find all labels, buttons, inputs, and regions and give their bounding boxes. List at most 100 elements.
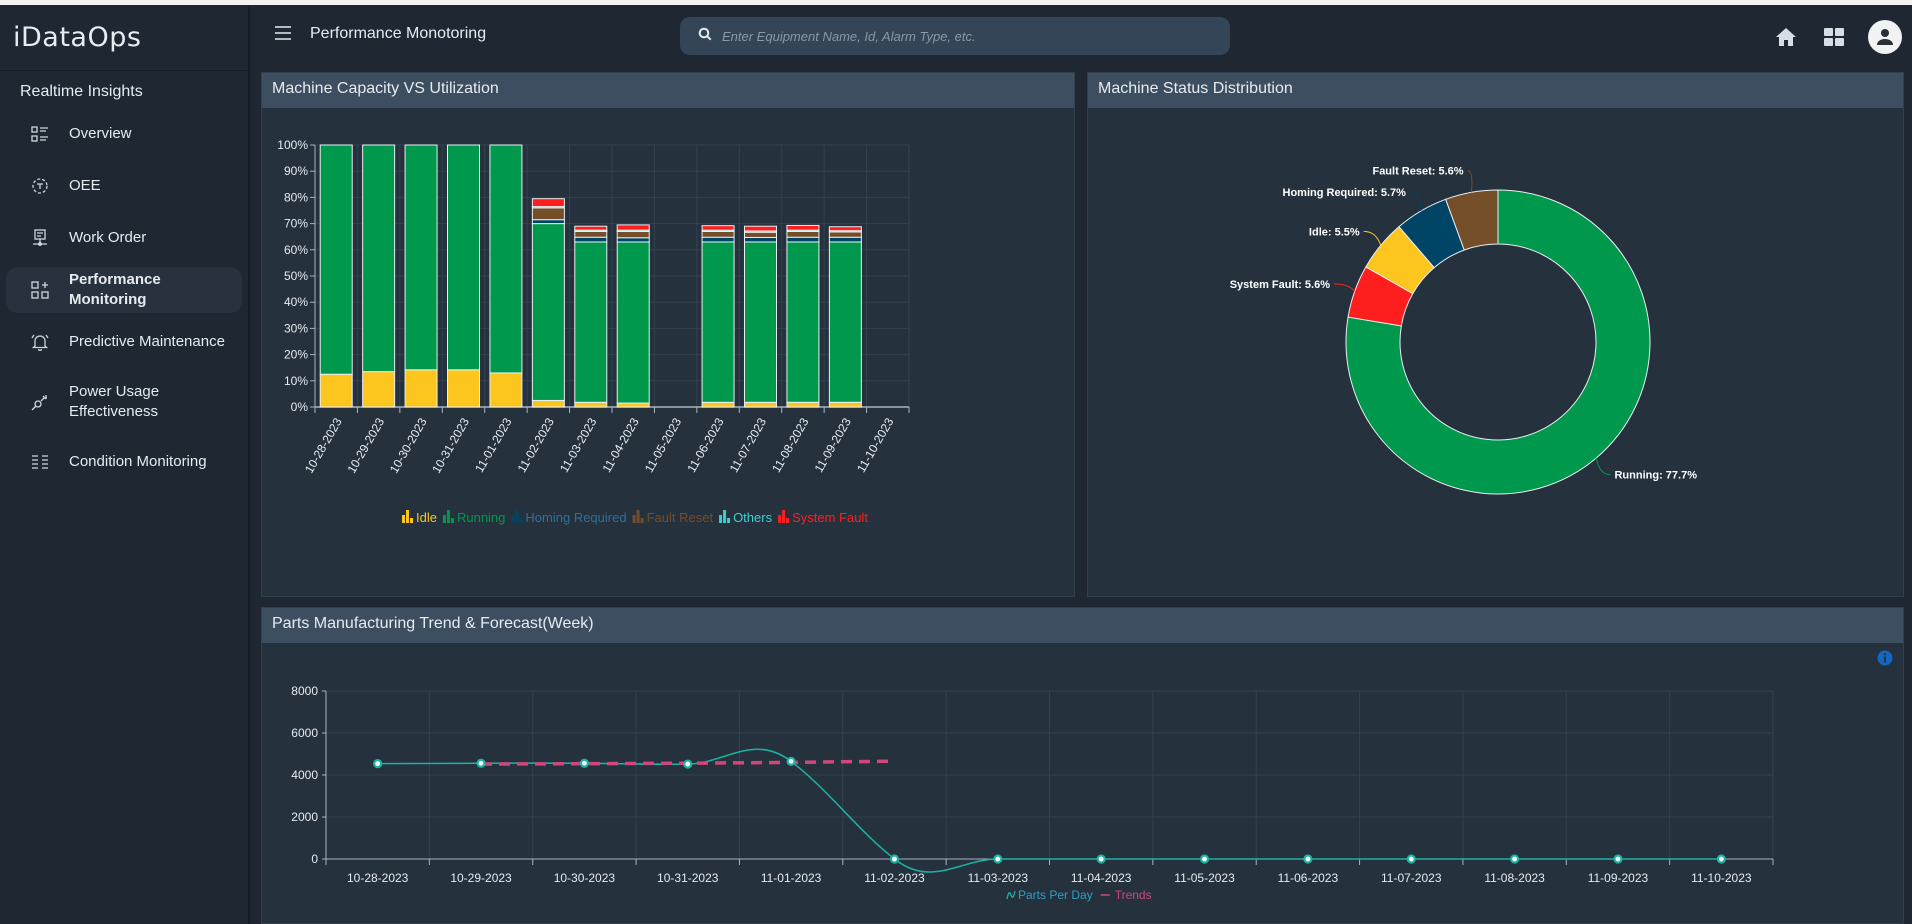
- x-tick-label: 11-06-2023: [1278, 871, 1339, 885]
- sidebar-item-performance-monitoring[interactable]: Performance Monitoring: [6, 267, 242, 313]
- legend-label: Idle: [416, 510, 437, 525]
- apps-grid-icon[interactable]: [1814, 17, 1854, 57]
- user-avatar-icon[interactable]: [1868, 20, 1902, 54]
- x-tick-label: 11-05-2023: [642, 415, 685, 475]
- y-tick-label: 40%: [284, 295, 308, 309]
- donut-label-line: [1363, 230, 1382, 246]
- x-tick-label: 11-02-2023: [864, 871, 925, 885]
- donut-data-label: Homing Required: 5.7%: [1283, 187, 1407, 199]
- bar-segment-homing: [616, 237, 650, 243]
- x-tick-label: 11-09-2023: [812, 415, 855, 475]
- bar-segment-system_fault: [616, 224, 650, 231]
- data-point: [1510, 854, 1520, 864]
- legend-bar-icon: [727, 518, 731, 523]
- bar-segment-running: [319, 144, 353, 375]
- plug-icon: [30, 392, 50, 412]
- legend-bar-icon: [450, 518, 454, 523]
- sidebar-section-title: Realtime Insights: [20, 83, 143, 100]
- x-tick-label: 11-08-2023: [1484, 871, 1545, 885]
- bar-segment-homing: [701, 236, 735, 243]
- sidebar-item-condition-monitoring[interactable]: Condition Monitoring: [6, 439, 242, 485]
- bar-segment-system_fault: [744, 225, 777, 232]
- legend-label: Trends: [1115, 888, 1152, 902]
- x-tick-label: 10-30-2023: [387, 415, 430, 475]
- bar-segment-idle: [489, 372, 523, 408]
- top-header: Performance Monotoring: [252, 5, 1912, 67]
- bar-segment-homing: [786, 236, 820, 243]
- data-point: [786, 756, 796, 766]
- app-logo[interactable]: iDataOps: [0, 5, 248, 71]
- legend-bar-icon: [786, 518, 790, 523]
- legend-bar-icon: [778, 515, 782, 523]
- y-tick-label: 10%: [284, 374, 308, 388]
- legend-bar-icon: [640, 518, 644, 523]
- data-point: [373, 759, 383, 769]
- legend-bar-icon: [442, 515, 446, 523]
- legend-bar-icon: [511, 515, 515, 523]
- bar-segment-homing: [744, 236, 777, 243]
- x-tick-label: 10-30-2023: [554, 871, 616, 885]
- legend-label: Parts Per Day: [1018, 888, 1093, 902]
- legend-item-running: Running: [442, 510, 505, 525]
- x-tick-label: 11-09-2023: [1588, 871, 1649, 885]
- capacity-bar-chart: 0% 10% 20% 30% 40% 50% 60% 70% 80% 90% 100% 10-28-2…: [277, 138, 910, 525]
- x-tick-label: 11-03-2023: [968, 871, 1029, 885]
- search-input[interactable]: [722, 28, 1202, 44]
- legend-bar-icon: [636, 510, 640, 523]
- status-distribution-panel: Machine Status Distribution Running: 77.…: [1087, 72, 1904, 597]
- bar-segment-idle: [616, 402, 650, 408]
- x-tick-label: 10-31-2023: [657, 871, 719, 885]
- legend-bar-icon: [519, 518, 523, 523]
- x-tick-label: 11-06-2023: [684, 415, 727, 475]
- x-tick-label: 11-10-2023: [854, 415, 897, 475]
- legend-item-others: Others: [719, 510, 773, 525]
- bar-segment-homing: [531, 219, 565, 225]
- x-tick-label: 11-07-2023: [727, 415, 770, 475]
- search-icon: [698, 27, 712, 46]
- data-point: [1406, 854, 1416, 864]
- bar-segment-fault_reset: [616, 230, 650, 239]
- data-point: [1303, 854, 1313, 864]
- legend-label: System Fault: [792, 510, 868, 525]
- data-point: [993, 854, 1003, 864]
- legend-label: Running: [457, 510, 505, 525]
- bar-segment-idle: [362, 371, 396, 408]
- sidebar: iDataOps Realtime Insights Overview OEE …: [0, 5, 250, 924]
- sidebar-item-work-order[interactable]: Work Order: [6, 215, 242, 261]
- sidebar-item-power-usage-effectiveness[interactable]: Power Usage Effectiveness: [6, 371, 242, 433]
- hamburger-menu-icon[interactable]: [274, 25, 292, 41]
- donut-label-line: [1333, 283, 1356, 292]
- sidebar-item-oee[interactable]: OEE: [6, 163, 242, 209]
- work-order-icon: [30, 228, 50, 248]
- bar-segment-idle: [531, 399, 565, 408]
- bar-segment-running: [531, 223, 565, 401]
- bar-segment-fault_reset: [828, 231, 862, 238]
- sidebar-item-overview[interactable]: Overview: [6, 111, 242, 157]
- home-icon[interactable]: [1766, 17, 1806, 57]
- status-donut-chart: Running: 77.7% System Fault: 5.6% Idle: 5.…: [1230, 166, 1697, 495]
- x-tick-label: 11-03-2023: [557, 415, 600, 475]
- bar-segment-idle: [404, 369, 438, 408]
- sidebar-item-predictive-maintenance[interactable]: Predictive Maintenance: [6, 319, 242, 365]
- sidebar-item-label: Predictive Maintenance: [69, 333, 225, 350]
- sidebar-item-label: Work Order: [69, 229, 147, 246]
- bar-segment-running: [574, 241, 608, 403]
- bar-segment-fault_reset: [574, 230, 608, 238]
- y-tick-label: 100%: [277, 138, 308, 152]
- x-tick-label: 11-10-2023: [1691, 871, 1752, 885]
- donut-data-label: Idle: 5.5%: [1309, 226, 1360, 238]
- y-tick-label: 60%: [284, 243, 308, 257]
- bar-segment-fault_reset: [786, 230, 820, 238]
- data-point: [1716, 854, 1726, 864]
- legend-label: Homing Required: [525, 510, 626, 525]
- search-bar[interactable]: [680, 17, 1230, 55]
- bar-segment-running: [744, 241, 777, 403]
- header-icons: [1758, 17, 1912, 57]
- x-tick-label: 11-08-2023: [769, 415, 812, 475]
- legend-label: Others: [733, 510, 773, 525]
- bar-segment-idle: [786, 401, 820, 408]
- legend-bar-icon: [782, 510, 786, 523]
- bar-segment-homing: [574, 236, 608, 243]
- y-tick-label: 70%: [284, 217, 308, 231]
- page-title: Performance Monotoring: [310, 25, 487, 42]
